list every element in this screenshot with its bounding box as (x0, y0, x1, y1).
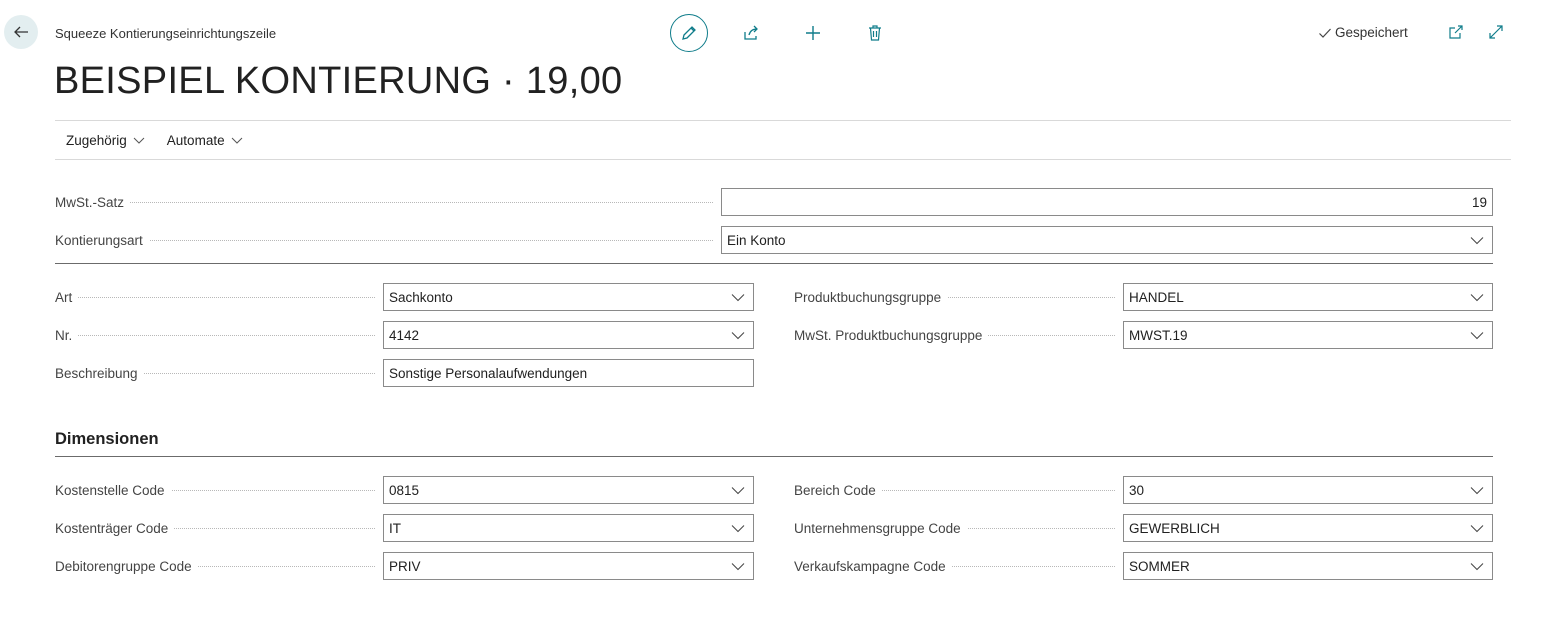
share-button[interactable] (732, 14, 770, 52)
action-bar: Zugehörig Automate (55, 120, 1511, 160)
business-group-label: Unternehmensgruppe Code (794, 520, 967, 536)
page-toolbar (670, 14, 918, 52)
description-input[interactable]: Sonstige Personalaufwendungen (383, 359, 754, 387)
posting-type-select[interactable]: Ein Konto (721, 226, 1493, 254)
vat-prod-posting-group-select[interactable]: MWST.19 (1123, 321, 1493, 349)
chevron-down-icon (231, 137, 242, 144)
no-label: Nr. (55, 327, 79, 343)
back-button[interactable] (4, 15, 38, 49)
saved-label: Gespeichert (1335, 25, 1408, 40)
chevron-down-icon (731, 563, 745, 571)
expand-icon (1489, 25, 1503, 39)
description-label: Beschreibung (55, 365, 144, 381)
business-group-value: GEWERBLICH (1129, 520, 1220, 536)
window-controls (1446, 22, 1506, 42)
chevron-down-icon (1470, 294, 1484, 302)
gen-prod-posting-group-value: HANDEL (1129, 289, 1184, 305)
posting-type-label: Kontierungsart (55, 232, 149, 248)
trash-icon (869, 25, 881, 41)
cost-center-select[interactable]: 0815 (383, 476, 754, 504)
expand-button[interactable] (1486, 22, 1506, 42)
related-menu[interactable]: Zugehörig (55, 133, 156, 148)
cost-center-value: 0815 (389, 482, 420, 498)
delete-button[interactable] (856, 14, 894, 52)
chevron-down-icon (731, 294, 745, 302)
pencil-icon (682, 26, 696, 40)
breadcrumb: Squeeze Kontierungseinrichtungszeile (55, 26, 277, 41)
open-external-icon (1449, 25, 1463, 39)
dimensions-divider (55, 456, 1493, 457)
automate-menu[interactable]: Automate (156, 133, 254, 148)
cost-object-label: Kostenträger Code (55, 520, 175, 536)
posting-type-value: Ein Konto (727, 232, 786, 248)
share-icon (744, 25, 758, 40)
type-label: Art (55, 289, 79, 305)
saved-status: Gespeichert (1318, 25, 1408, 40)
chevron-down-icon (731, 487, 745, 495)
arrow-left-icon (14, 26, 28, 38)
vat-rate-value: 19 (1471, 194, 1487, 210)
customer-group-value: PRIV (389, 558, 421, 574)
automate-menu-label: Automate (166, 132, 225, 148)
vat-prod-posting-group-label: MwSt. Produktbuchungsgruppe (794, 327, 989, 343)
vat-rate-label: MwSt.-Satz (55, 194, 131, 210)
vat-prod-posting-group-value: MWST.19 (1129, 327, 1188, 343)
edit-button[interactable] (670, 14, 708, 52)
chevron-down-icon (731, 525, 745, 533)
type-value: Sachkonto (389, 289, 453, 305)
area-value: 30 (1129, 482, 1145, 498)
cost-object-value: IT (389, 520, 401, 536)
chevron-down-icon (1470, 525, 1484, 533)
vat-rate-input[interactable]: 19 (721, 188, 1493, 216)
chevron-down-icon (1470, 237, 1484, 245)
plus-icon (806, 26, 820, 40)
gen-prod-posting-group-select[interactable]: HANDEL (1123, 283, 1493, 311)
gen-prod-posting-group-label: Produktbuchungsgruppe (794, 289, 948, 305)
check-icon (1319, 28, 1331, 38)
area-label: Bereich Code (794, 482, 882, 498)
chevron-down-icon (731, 332, 745, 340)
description-value: Sonstige Personalaufwendungen (389, 365, 588, 381)
chevron-down-icon (1470, 563, 1484, 571)
customer-group-label: Debitorengruppe Code (55, 558, 198, 574)
open-new-window-button[interactable] (1446, 22, 1466, 42)
chevron-down-icon (1470, 487, 1484, 495)
area-select[interactable]: 30 (1123, 476, 1493, 504)
customer-group-select[interactable]: PRIV (383, 552, 754, 580)
chevron-down-icon (133, 137, 145, 144)
sales-campaign-select[interactable]: SOMMER (1123, 552, 1493, 580)
cost-object-select[interactable]: IT (383, 514, 754, 542)
page-title: BEISPIEL KONTIERUNG · 19,00 (54, 60, 623, 102)
related-menu-label: Zugehörig (66, 132, 127, 148)
new-button[interactable] (794, 14, 832, 52)
cost-center-label: Kostenstelle Code (55, 482, 171, 498)
chevron-down-icon (1470, 332, 1484, 340)
sales-campaign-value: SOMMER (1129, 558, 1190, 574)
dimensions-section-title[interactable]: Dimensionen (55, 430, 159, 449)
no-value: 4142 (389, 327, 420, 343)
sales-campaign-label: Verkaufskampagne Code (794, 558, 952, 574)
no-select[interactable]: 4142 (383, 321, 754, 349)
section-divider (55, 263, 1493, 264)
business-group-select[interactable]: GEWERBLICH (1123, 514, 1493, 542)
type-select[interactable]: Sachkonto (383, 283, 754, 311)
